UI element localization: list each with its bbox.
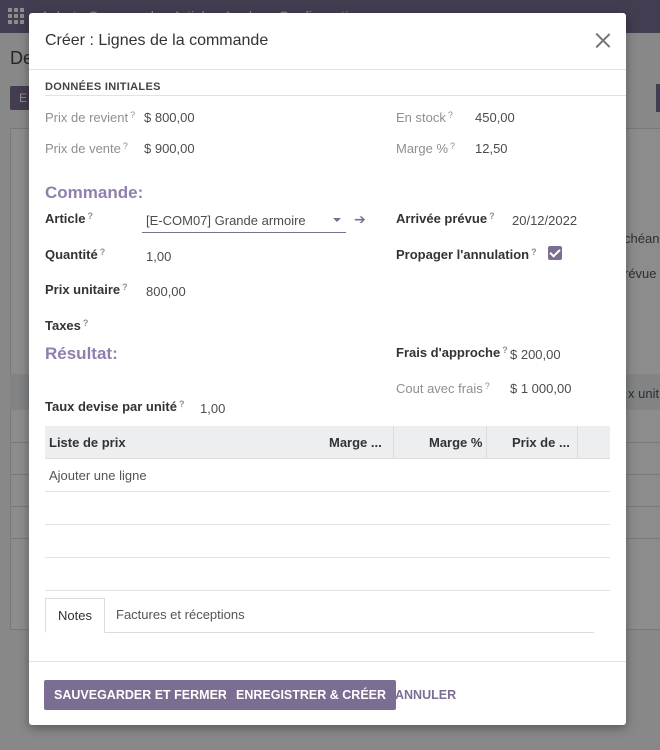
cost-with-fees-label: Cout avec frais? bbox=[396, 381, 490, 396]
create-order-line-dialog: Créer : Lignes de la commande DONNÉES IN… bbox=[29, 13, 626, 725]
unit-price-field[interactable]: 800,00 bbox=[146, 284, 186, 299]
table-row bbox=[45, 525, 610, 558]
help-icon[interactable]: ? bbox=[179, 399, 185, 409]
propagate-cancel-checkbox[interactable] bbox=[548, 246, 562, 260]
table-row bbox=[45, 558, 610, 591]
dialog-footer: SAUVEGARDER ET FERMER ENREGISTRER & CRÉE… bbox=[29, 661, 626, 726]
help-icon[interactable]: ? bbox=[502, 345, 508, 355]
stock-value: 450,00 bbox=[475, 110, 515, 125]
help-icon[interactable]: ? bbox=[83, 318, 89, 328]
unit-price-label: Prix unitaire? bbox=[45, 282, 128, 297]
chevron-down-icon[interactable] bbox=[333, 218, 341, 222]
quantity-label: Quantité? bbox=[45, 247, 106, 262]
currency-rate-value: 1,00 bbox=[200, 401, 226, 416]
close-icon[interactable] bbox=[591, 29, 615, 53]
approach-costs-field[interactable]: $ 200,00 bbox=[510, 347, 561, 362]
sale-price-label: Prix de vente? bbox=[45, 141, 128, 156]
help-icon[interactable]: ? bbox=[531, 247, 537, 257]
quantity-field[interactable]: 1,00 bbox=[146, 249, 171, 264]
help-icon[interactable]: ? bbox=[489, 211, 495, 221]
table-row: Ajouter une ligne bbox=[45, 459, 610, 492]
external-link-arrow-icon[interactable]: ➔ bbox=[354, 212, 368, 226]
article-label: Article? bbox=[45, 211, 93, 226]
table-header: Liste de prix Marge ... Marge % Prix de … bbox=[45, 426, 610, 459]
cost-price-label: Prix de revient? bbox=[45, 110, 136, 125]
sale-price-value: $ 900,00 bbox=[144, 141, 195, 156]
margin-label: Marge %? bbox=[396, 141, 456, 156]
column-header-sale-price[interactable]: Prix de ... bbox=[512, 435, 570, 450]
currency-rate-label: Taux devise par unité? bbox=[45, 399, 185, 414]
help-icon[interactable]: ? bbox=[122, 282, 128, 292]
initial-data-section-title: DONNÉES INITIALES bbox=[45, 81, 161, 93]
propagate-cancel-label: Propager l'annulation? bbox=[396, 247, 537, 262]
approach-costs-label: Frais d'approche? bbox=[396, 345, 508, 360]
expected-arrival-field[interactable]: 20/12/2022 bbox=[512, 213, 577, 228]
help-icon[interactable]: ? bbox=[130, 110, 135, 120]
column-header-margin-percent[interactable]: Marge % bbox=[429, 435, 482, 450]
result-group-title: Résultat: bbox=[45, 344, 118, 363]
column-divider bbox=[393, 426, 394, 458]
order-group-title: Commande: bbox=[45, 183, 144, 202]
column-header-margin[interactable]: Marge ... bbox=[329, 435, 382, 450]
margin-value: 12,50 bbox=[475, 141, 508, 156]
save-new-button[interactable]: ENREGISTRER & CRÉER bbox=[226, 680, 397, 710]
tab-notes[interactable]: Notes bbox=[45, 598, 105, 633]
dialog-header: Créer : Lignes de la commande bbox=[29, 13, 626, 70]
stock-label: En stock? bbox=[396, 110, 453, 125]
help-icon[interactable]: ? bbox=[123, 141, 128, 151]
help-icon[interactable]: ? bbox=[87, 211, 93, 221]
tab-invoices-receptions[interactable]: Factures et réceptions bbox=[104, 598, 257, 631]
cost-price-value: $ 800,00 bbox=[144, 110, 195, 125]
add-line-link[interactable]: Ajouter une ligne bbox=[49, 468, 147, 483]
column-divider bbox=[577, 426, 578, 458]
help-icon[interactable]: ? bbox=[100, 247, 106, 257]
expected-arrival-label: Arrivée prévue? bbox=[396, 211, 495, 226]
article-select-value: [E-COM07] Grande armoire bbox=[146, 213, 306, 228]
table-row bbox=[45, 492, 610, 525]
help-icon[interactable]: ? bbox=[485, 381, 490, 391]
help-icon[interactable]: ? bbox=[448, 110, 453, 120]
notebook-tabs: Notes Factures et réceptions bbox=[45, 598, 594, 633]
taxes-label: Taxes? bbox=[45, 318, 89, 333]
price-list-table: Liste de prix Marge ... Marge % Prix de … bbox=[45, 426, 610, 591]
save-close-button[interactable]: SAUVEGARDER ET FERMER bbox=[44, 680, 237, 710]
article-select[interactable]: [E-COM07] Grande armoire bbox=[142, 208, 346, 233]
section-divider bbox=[45, 95, 626, 96]
cost-with-fees-value: $ 1 000,00 bbox=[510, 381, 572, 396]
column-header-price-list[interactable]: Liste de prix bbox=[49, 435, 126, 450]
column-divider bbox=[486, 426, 487, 458]
dialog-title: Créer : Lignes de la commande bbox=[45, 32, 269, 49]
help-icon[interactable]: ? bbox=[450, 141, 455, 151]
cancel-button[interactable]: ANNULER bbox=[395, 680, 456, 710]
